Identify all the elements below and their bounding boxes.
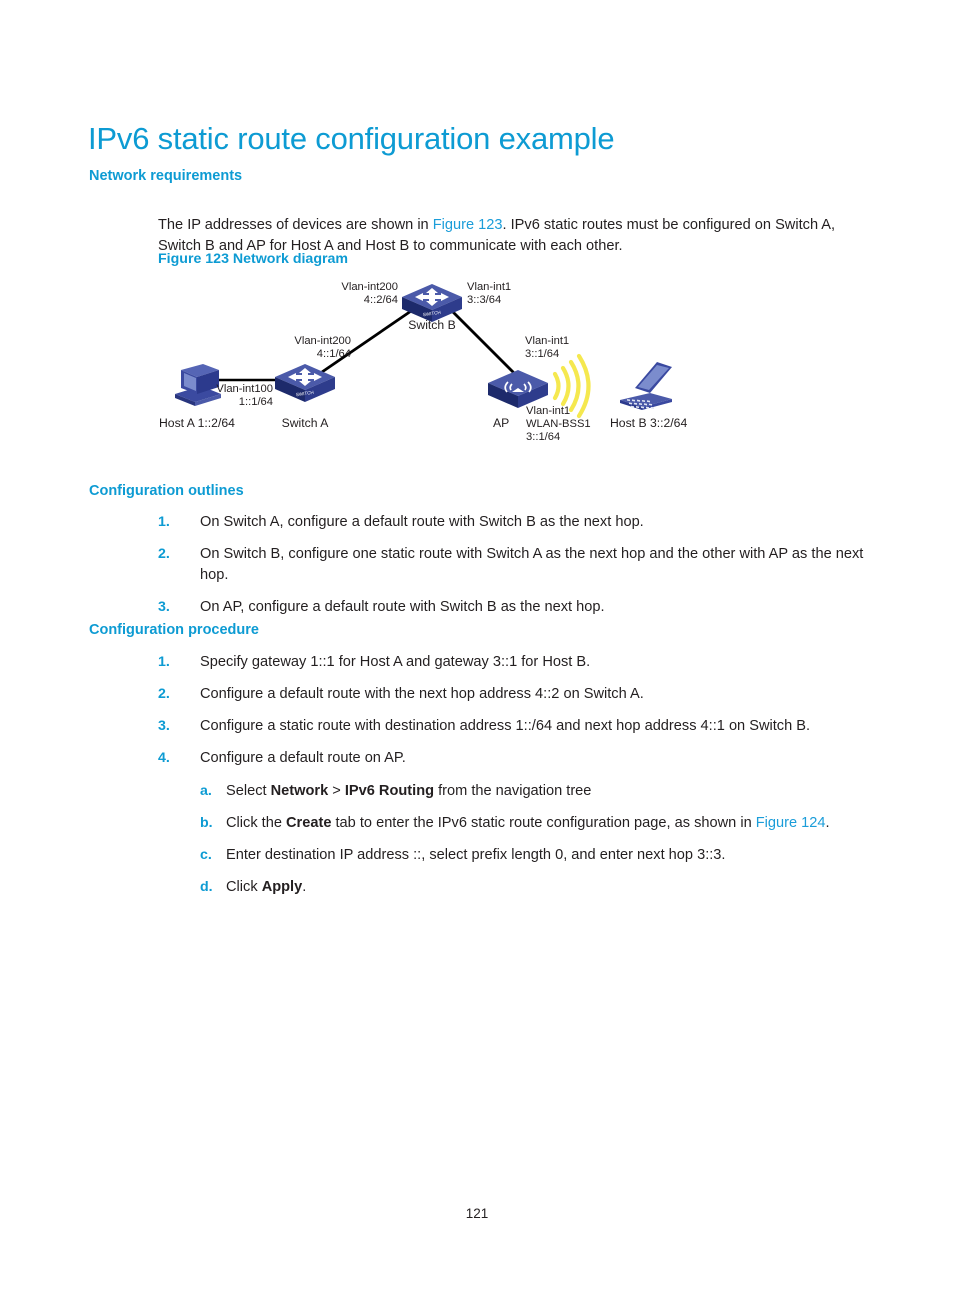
sub-list-item: b. Click the Create tab to enter the IPv… <box>200 813 870 834</box>
substep-a-bold-network: Network <box>270 783 329 799</box>
label-ap-bss-addr: 3::1/64 <box>526 431 560 443</box>
section-heading-configuration-procedure: Configuration procedure <box>89 622 259 638</box>
label-switchb-left-addr: 4::2/64 <box>364 294 398 306</box>
sub-list-item-letter: c. <box>200 847 212 863</box>
list-item-number: 2. <box>158 686 170 702</box>
substep-b-tail: . <box>825 815 830 831</box>
page-number: 121 <box>465 1206 489 1221</box>
label-ap-name: AP <box>493 416 509 430</box>
label-switcha-name: Switch A <box>282 416 330 430</box>
sub-list-item: c. Enter destination IP address ::, sele… <box>200 845 870 866</box>
substep-a-pre: Select <box>226 783 271 799</box>
list-item: 3. Configure a static route with destina… <box>158 716 870 737</box>
configuration-procedure-list: 1. Specify gateway 1::1 for Host A and g… <box>158 652 870 909</box>
ap-icon <box>488 370 548 408</box>
label-switcha-up-iface: Vlan-int200 <box>294 335 351 347</box>
substep-d-post: . <box>302 879 307 895</box>
label-switchb-left-iface: Vlan-int200 <box>341 281 398 293</box>
figure-123-link[interactable]: Figure 123 <box>433 217 503 233</box>
network-diagram: SWITCH SWITCH Vlan-int200 4::2/64 Vlan-i… <box>155 272 725 452</box>
label-ap-up-addr: 3::1/64 <box>525 348 559 360</box>
host-a-icon <box>175 364 221 406</box>
switch-b-icon: SWITCH <box>402 284 462 322</box>
list-item: 1. On Switch A, configure a default rout… <box>158 512 870 533</box>
host-b-icon <box>620 362 672 410</box>
label-host-a: Host A 1::2/64 <box>159 416 235 430</box>
document-page: IPv6 static route configuration example … <box>0 0 954 1296</box>
section-heading-network-requirements: Network requirements <box>89 168 243 184</box>
substep-d-bold-apply: Apply <box>261 879 303 895</box>
substep-a-mid: > <box>328 783 345 799</box>
label-switcha-up-addr: 4::1/64 <box>317 348 351 360</box>
configuration-outlines-list: 1. On Switch A, configure a default rout… <box>158 512 870 629</box>
paragraph-text-part1: The IP addresses of devices are shown in <box>158 216 433 233</box>
section-heading-configuration-outlines: Configuration outlines <box>89 483 244 499</box>
sub-list-item: a. Select Network > IPv6 Routing from th… <box>200 781 870 802</box>
list-item-text: On Switch A, configure a default route w… <box>200 514 644 530</box>
list-item: 4. Configure a default route on AP. <box>158 748 870 769</box>
sub-list-item-text: Select Network > IPv6 Routing from the n… <box>226 781 870 802</box>
list-item-number: 4. <box>158 750 170 766</box>
sub-list-item-text: Click the Create tab to enter the IPv6 s… <box>226 813 870 834</box>
list-item: 2. On Switch B, configure one static rou… <box>158 544 870 586</box>
substep-a-bold-ipv6-routing: IPv6 Routing <box>344 783 435 799</box>
list-item-number: 1. <box>158 654 170 670</box>
list-item-number: 3. <box>158 718 170 734</box>
list-item-number: 1. <box>158 514 170 530</box>
sub-list-item-text: Enter destination IP address ::, select … <box>226 847 726 863</box>
list-item: 1. Specify gateway 1::1 for Host A and g… <box>158 652 870 673</box>
list-item-text: Configure a default route with the next … <box>200 686 644 702</box>
sub-list-item-letter: b. <box>200 815 213 831</box>
list-item-text: Specify gateway 1::1 for Host A and gate… <box>200 654 591 670</box>
list-item-number: 3. <box>158 599 170 615</box>
label-ap-bss-name: WLAN-BSS1 <box>526 418 591 430</box>
list-item-text: On AP, configure a default route with Sw… <box>200 599 605 615</box>
figure-124-link[interactable]: Figure 124 <box>756 815 826 831</box>
label-host-b: Host B 3::2/64 <box>610 416 687 430</box>
substep-b-bold-create: Create <box>286 815 332 831</box>
link-switchb-ap <box>449 308 519 378</box>
list-item: 3. On AP, configure a default route with… <box>158 597 870 618</box>
list-item-number: 2. <box>158 546 170 562</box>
list-item-text: Configure a default route on AP. <box>200 750 406 766</box>
list-item: 2. Configure a default route with the ne… <box>158 684 870 705</box>
substep-d-pre: Click <box>226 879 262 895</box>
label-switcha-left-addr: 1::1/64 <box>239 396 273 408</box>
label-switchb-name: Switch B <box>408 318 455 332</box>
label-switchb-right-addr: 3::3/64 <box>467 294 501 306</box>
configuration-procedure-substeps: a. Select Network > IPv6 Routing from th… <box>200 781 870 898</box>
substep-b-post: tab to enter the IPv6 static route confi… <box>331 815 756 831</box>
sub-list-item-text: Click Apply. <box>226 877 870 898</box>
label-ap-up-iface: Vlan-int1 <box>525 335 569 347</box>
label-switchb-right-iface: Vlan-int1 <box>467 281 511 293</box>
list-item-text: On Switch B, configure one static route … <box>200 546 864 583</box>
sub-list-item-letter: d. <box>200 879 213 895</box>
sub-list-item-letter: a. <box>200 783 212 799</box>
label-switcha-left-iface: Vlan-int100 <box>216 383 273 395</box>
substep-b-pre: Click the <box>226 815 287 831</box>
substep-a-post: from the navigation tree <box>434 783 592 799</box>
figure-caption: Figure 123 Network diagram <box>158 251 349 267</box>
sub-list-item: d. Click Apply. <box>200 877 870 898</box>
page-title: IPv6 static route configuration example <box>88 120 615 156</box>
list-item-text: Configure a static route with destinatio… <box>200 718 811 734</box>
label-ap-bss-iface: Vlan-int1 <box>526 405 570 417</box>
